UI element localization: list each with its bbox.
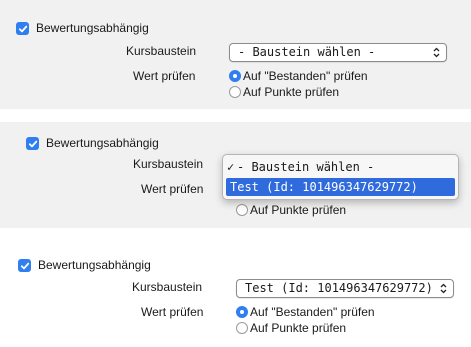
bewertungsabhaengig-checkbox[interactable] [18,259,31,272]
kursbaustein-label: Kursbaustein [132,280,203,294]
radio-punkte[interactable] [236,204,248,216]
kursbaustein-label: Kursbaustein [126,44,197,58]
radio-punkte[interactable] [236,322,248,334]
checkmark-icon [18,25,27,32]
condition-panel-1: Bewertungsabhängig Kursbaustein - Bauste… [0,0,471,109]
bewertungsabhaengig-label: Bewertungsabhängig [38,258,151,272]
condition-panel-3: Bewertungsabhängig Kursbaustein Test (Id… [0,243,471,347]
checkmark-icon [28,140,37,147]
radio-bestanden-label: Auf "Bestanden" prüfen [243,69,368,83]
kursbaustein-label: Kursbaustein [133,157,204,171]
checkmark-icon: ✓ [227,160,235,174]
dropdown-option-baustein-waehlen[interactable]: ✓ - Baustein wählen - [223,158,458,176]
radio-punkte[interactable] [229,86,241,98]
dropdown-option-label: Test (Id: 101496347629772) [230,180,418,194]
radio-punkte-label: Auf Punkte prüfen [250,321,347,335]
checkmark-icon [20,262,29,269]
radio-bestanden[interactable] [236,306,248,318]
wert-pruefen-label: Wert prüfen [141,305,204,319]
select-arrows-icon [433,44,440,61]
radio-punkte-label: Auf Punkte prüfen [243,85,340,99]
bewertungsabhaengig-label: Bewertungsabhängig [46,136,159,150]
radio-bestanden-label: Auf "Bestanden" prüfen [250,305,375,319]
radio-punkte-label: Auf Punkte prüfen [250,203,347,217]
kursbaustein-select-value: - Baustein wählen - [238,45,376,59]
bewertungsabhaengig-label: Bewertungsabhängig [36,21,149,35]
dropdown-option-test[interactable]: Test (Id: 101496347629772) [226,178,455,196]
kursbaustein-select[interactable]: Test (Id: 101496347629772) [236,279,454,298]
bewertungsabhaengig-checkbox[interactable] [26,137,39,150]
kursbaustein-dropdown-menu: ✓ - Baustein wählen - Test (Id: 10149634… [222,154,459,200]
wert-pruefen-label: Wert prüfen [133,69,196,83]
kursbaustein-select[interactable]: - Baustein wählen - [229,43,447,62]
select-arrows-icon [440,280,447,297]
radio-bestanden[interactable] [229,70,241,82]
bewertungsabhaengig-checkbox[interactable] [16,22,29,35]
wert-pruefen-label: Wert prüfen [141,182,204,196]
dropdown-option-label: - Baustein wählen - [237,160,375,174]
kursbaustein-select-value: Test (Id: 101496347629772) [245,281,433,295]
